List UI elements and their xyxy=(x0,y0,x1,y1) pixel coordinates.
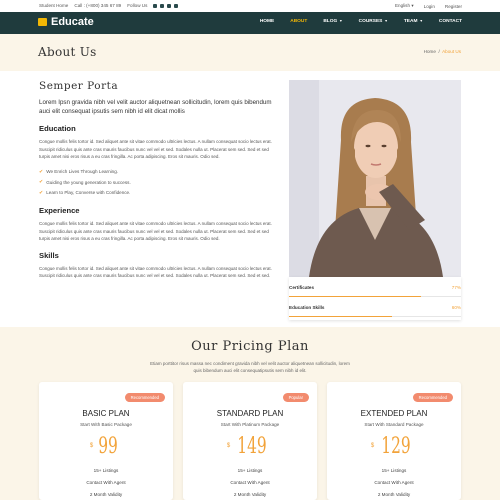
breadcrumb-home[interactable]: Home xyxy=(424,49,436,54)
pricing-card-basic: Recommended BASIC PLAN Start With Basic … xyxy=(39,382,173,500)
progress-track xyxy=(289,316,461,317)
nav-team[interactable]: TEAM ▼ xyxy=(404,19,423,24)
about-lead: Lorem Ipsn gravida nibh vel velit auctor… xyxy=(39,99,272,115)
price-amount: 99 xyxy=(98,434,118,459)
social-links xyxy=(153,3,179,8)
experience-text: Congue mollis felis tortor id. Sed aliqu… xyxy=(39,221,272,241)
facebook-icon[interactable] xyxy=(174,3,179,8)
plan-price: $149 xyxy=(183,434,317,459)
education-heading: Education xyxy=(39,124,76,133)
brand-logo[interactable]: Educate xyxy=(38,16,94,28)
register-link[interactable]: Register xyxy=(445,4,462,9)
progress-fill xyxy=(289,296,422,297)
nav-blog[interactable]: BLOG ▼ xyxy=(323,19,342,24)
education-text: Congue mollis felis tortor id. Sed aliqu… xyxy=(39,139,272,159)
book-icon xyxy=(38,18,47,26)
skill-percent: 60% xyxy=(451,305,461,310)
plan-name: EXTENDED PLAN xyxy=(360,409,428,418)
plan-price: $129 xyxy=(327,434,461,459)
chevron-down-icon: ▼ xyxy=(384,19,388,23)
check-icon: ✔ xyxy=(39,179,44,186)
currency-symbol: $ xyxy=(226,443,231,449)
login-link[interactable]: Login xyxy=(424,4,435,9)
check-list: ✔ We Enrich Lives Through Learning. ✔ Guid… xyxy=(39,167,273,199)
brand-name: Educate xyxy=(51,16,94,28)
pricing-subtitle: Etiam porttitor risus massa nec condimen… xyxy=(150,361,350,373)
phone-text: Call : (+800) 345 67 89 xyxy=(74,3,122,8)
plan-feature: 2 Month Validity xyxy=(233,492,267,497)
list-item: ✔ Guiding the young generation to success… xyxy=(39,179,131,186)
skills-panel: Certificates 77% Education Skills 60% xyxy=(289,277,461,320)
nav-courses[interactable]: COURSES ▼ xyxy=(359,19,388,24)
student-home-link[interactable]: Student Home xyxy=(39,3,68,8)
progress-fill xyxy=(289,316,393,317)
top-bar: Student Home Call : (+800) 345 67 89 Fol… xyxy=(0,0,500,12)
list-item: ✔ Learn to Play, Converse with Confidence… xyxy=(39,189,131,196)
experience-heading: Experience xyxy=(39,206,80,215)
breadcrumb: Home / About Us xyxy=(424,49,461,54)
nav-home[interactable]: HOME xyxy=(260,19,274,24)
skill-percent: 77% xyxy=(451,285,461,290)
breadcrumb-separator: / xyxy=(438,49,440,54)
skill-label: Certificates xyxy=(289,285,315,290)
skill-label: Education Skills xyxy=(289,305,325,310)
list-item: ✔ We Enrich Lives Through Learning. xyxy=(39,168,119,175)
plan-feature: Contact With Agent xyxy=(230,480,270,485)
currency-symbol: $ xyxy=(89,443,94,449)
linkedin-icon[interactable] xyxy=(153,3,158,8)
price-amount: 129 xyxy=(381,434,411,459)
check-icon: ✔ xyxy=(39,189,44,196)
about-content: Semper Porta Lorem Ipsn gravida nibh vel… xyxy=(39,80,273,280)
plan-badge: Recommended xyxy=(124,393,165,402)
pricing-card-extended: Recommended EXTENDED PLAN Start With Sta… xyxy=(327,382,461,500)
plan-name: STANDARD PLAN xyxy=(216,409,284,418)
skills-text: Congue mollis felis tortor id. Sed aliqu… xyxy=(39,265,272,279)
plan-feature: Contact With Agent xyxy=(374,480,414,485)
plan-name: BASIC PLAN xyxy=(82,409,130,418)
main-navbar: Educate HOME ABOUT BLOG ▼ COURSES ▼ TEAM ▼ … xyxy=(0,12,500,34)
plan-feature: 15+ Listings xyxy=(237,468,263,473)
pricing-title: Our Pricing Plan xyxy=(191,339,309,354)
price-amount: 149 xyxy=(237,434,267,459)
twitter-icon[interactable] xyxy=(167,3,172,8)
chevron-down-icon: ▼ xyxy=(339,19,343,23)
profile-photo xyxy=(289,80,461,277)
plan-description: Start With Platinum Package xyxy=(220,422,280,427)
instagram-icon[interactable] xyxy=(160,3,165,8)
plan-badge: Recommended xyxy=(412,393,453,402)
plan-feature: 2 Month Validity xyxy=(89,492,123,497)
plan-badge: Popular xyxy=(282,393,309,402)
check-icon: ✔ xyxy=(39,168,44,175)
plan-feature: 15+ Listings xyxy=(381,468,407,473)
nav-menu: HOME ABOUT BLOG ▼ COURSES ▼ TEAM ▼ CONTACT xyxy=(260,19,462,24)
plan-feature: 2 Month Validity xyxy=(377,492,411,497)
chevron-down-icon: ▼ xyxy=(419,19,423,23)
follow-us-text: Follow Us xyxy=(127,3,148,8)
language-select[interactable]: English ▾ xyxy=(395,3,414,9)
currency-symbol: $ xyxy=(370,443,375,449)
plan-description: Start With Basic Package xyxy=(80,422,132,427)
plan-description: Start With Standard Package xyxy=(364,422,424,427)
plan-feature: Contact With Agent xyxy=(86,480,126,485)
about-heading: Semper Porta xyxy=(39,80,119,92)
breadcrumb-current: About Us xyxy=(442,49,461,54)
skills-heading: Skills xyxy=(39,250,59,260)
plan-feature: 15+ Listings xyxy=(93,468,119,473)
chevron-down-icon: ▾ xyxy=(411,3,414,8)
progress-track xyxy=(289,296,461,297)
page-title: About Us xyxy=(38,45,97,59)
pricing-card-standard: Popular STANDARD PLAN Start With Platinu… xyxy=(183,382,317,500)
plan-price: $99 xyxy=(39,434,173,459)
nav-contact[interactable]: CONTACT xyxy=(439,19,462,24)
nav-about[interactable]: ABOUT xyxy=(290,19,307,24)
page-header: About Us Home / About Us xyxy=(0,34,500,71)
